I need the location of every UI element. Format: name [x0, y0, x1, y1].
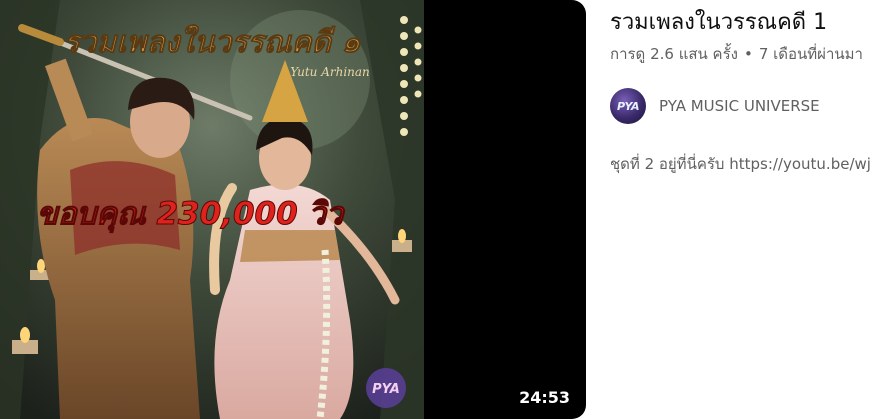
channel-avatar[interactable]: PYA: [610, 88, 646, 124]
video-title-link[interactable]: รวมเพลงในวรรณคดี 1: [610, 8, 893, 38]
thumbnail-caption-text: ขอบคุณ 230,000 วิว: [37, 196, 346, 233]
thumbnail-title-text: รวมเพลงในวรรณคดี ๑: [64, 24, 362, 60]
upload-age: 7 เดือนที่ผ่านมา: [758, 45, 863, 63]
video-metadata: รวมเพลงในวรรณคดี 1 การดู 2.6 แสน ครั้ง • 7…: [610, 0, 893, 419]
thumbnail-watermark-text: PYA: [372, 382, 400, 397]
video-result-row[interactable]: รวมเพลงในวรรณคดี ๑ Yutu Arhinan ขอบคุณ 2…: [0, 0, 893, 419]
video-thumbnail[interactable]: รวมเพลงในวรรณคดี ๑ Yutu Arhinan ขอบคุณ 2…: [0, 0, 586, 419]
video-stats: การดู 2.6 แสน ครั้ง • 7 เดือนที่ผ่านมา: [610, 42, 893, 66]
channel-name[interactable]: PYA MUSIC UNIVERSE: [659, 97, 820, 115]
view-count: การดู 2.6 แสน ครั้ง: [610, 45, 738, 63]
video-description-snippet: ชุดที่ 2 อยู่ที่นี่ครับ https://youtu.be…: [610, 155, 871, 173]
thumbnail-artwork: รวมเพลงในวรรณคดี ๑ Yutu Arhinan ขอบคุณ 2…: [0, 0, 424, 419]
video-duration-badge: 24:53: [513, 386, 576, 409]
stats-separator: •: [743, 45, 753, 63]
channel-link[interactable]: PYA PYA MUSIC UNIVERSE: [610, 88, 893, 124]
thumbnail-subtitle-text: Yutu Arhinan: [290, 65, 370, 79]
